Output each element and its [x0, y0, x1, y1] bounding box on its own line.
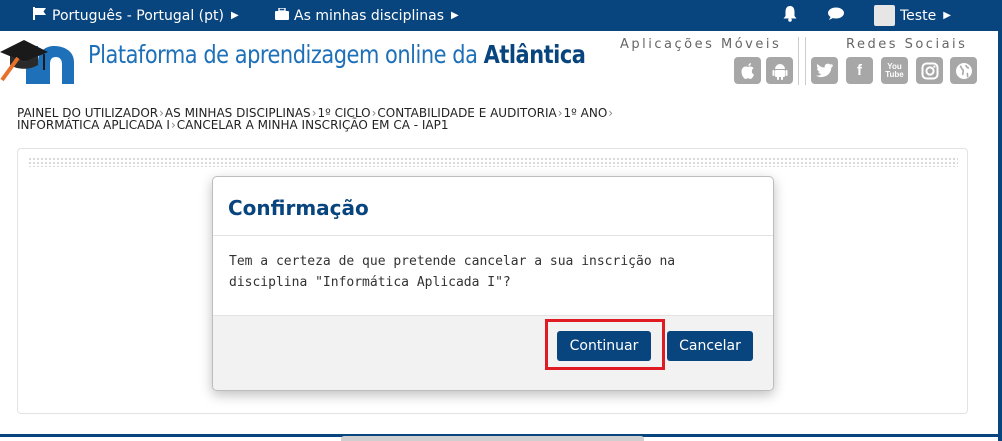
platform-title-text: Plataforma de aprendizagem online da: [88, 40, 484, 69]
platform-title: Plataforma de aprendizagem online da Atl…: [88, 40, 586, 69]
dialog-title: Confirmação: [228, 196, 369, 220]
right-frame-border: [998, 31, 1002, 441]
globe-icon[interactable]: [950, 57, 977, 84]
divider: [805, 37, 806, 85]
social-networks-heading: Redes Sociais: [846, 37, 968, 52]
site-logo[interactable]: [0, 34, 80, 86]
dotted-divider: [28, 157, 958, 167]
language-menu[interactable]: Português - Portugal (pt) ▶: [33, 0, 239, 31]
caret-right-icon: ▶: [943, 10, 951, 21]
user-menu[interactable]: Teste ▶: [874, 0, 951, 31]
briefcase-icon: [275, 6, 289, 24]
breadcrumb-separator: ›: [557, 106, 563, 120]
user-name: Teste: [900, 7, 937, 24]
scroll-indicator[interactable]: [341, 436, 644, 441]
flag-icon: [33, 7, 47, 24]
youtube-icon[interactable]: You Tube: [881, 57, 908, 84]
mobile-apps-heading: Aplicações Móveis: [620, 37, 782, 52]
twitter-icon[interactable]: [811, 57, 838, 84]
avatar: [874, 5, 895, 26]
divider: [798, 37, 799, 85]
breadcrumb-separator: ›: [170, 118, 176, 132]
breadcrumb-item-year[interactable]: 1º ANO: [564, 106, 608, 120]
chat-bubble-icon: [827, 6, 845, 25]
platform-title-bold: Atlântica: [483, 40, 586, 69]
messages-button[interactable]: [827, 0, 845, 31]
bell-icon: [782, 5, 798, 26]
top-navbar: Português - Portugal (pt) ▶ As minhas di…: [0, 0, 1002, 31]
confirmation-dialog: Confirmação Tem a certeza de que pretend…: [212, 176, 774, 391]
android-icon[interactable]: [766, 57, 793, 84]
dialog-header-divider: [213, 235, 773, 236]
breadcrumb-item-course[interactable]: INFORMÁTICA APLICADA I: [17, 118, 170, 132]
notifications-button[interactable]: [782, 0, 798, 31]
highlight-box: [545, 319, 665, 370]
language-label: Português - Portugal (pt): [52, 7, 224, 24]
apple-icon[interactable]: [734, 57, 761, 84]
my-courses-label: As minhas disciplinas: [294, 7, 444, 24]
my-courses-menu[interactable]: As minhas disciplinas ▶: [275, 0, 459, 31]
breadcrumb-item-current: CANCELAR A MINHA INSCRIÇÃO EM CA - IAP1: [176, 118, 449, 132]
cancel-button[interactable]: Cancelar: [667, 331, 753, 361]
breadcrumb-separator: ›: [608, 106, 614, 120]
facebook-icon[interactable]: f: [846, 57, 873, 84]
caret-right-icon: ▶: [230, 10, 239, 21]
instagram-icon[interactable]: [916, 57, 943, 84]
breadcrumb: PAINEL DO UTILIZADOR›AS MINHAS DISCIPLIN…: [17, 107, 657, 131]
caret-right-icon: ▶: [451, 10, 459, 21]
dialog-message: Tem a certeza de que pretende cancelar a…: [229, 254, 676, 290]
